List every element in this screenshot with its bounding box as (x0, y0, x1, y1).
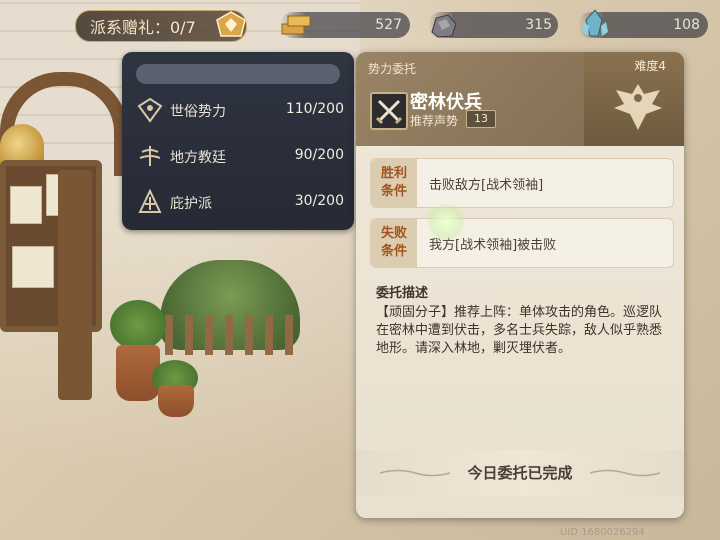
faction-row-secular[interactable]: 世俗势力 110/200 (136, 94, 344, 126)
gift-emblem-icon[interactable] (215, 10, 247, 40)
faction-gift-label: 派系赠礼：0/7 (90, 18, 196, 37)
user-id: UID 1680026294 (560, 527, 645, 538)
plant-pot (158, 385, 194, 417)
secular-faction-icon (137, 97, 163, 123)
commission-header: 势力委托 难度4 密林伏兵 推荐声势 13 (356, 52, 684, 146)
cursor-glow (426, 202, 466, 242)
description-title: 委托描述 (376, 286, 429, 301)
crystal-icon (582, 9, 608, 37)
gold-value: 527 (375, 17, 402, 33)
faction-value: 30/200 (294, 193, 344, 209)
victory-text: 击败敌方[战术领袖] (429, 178, 544, 193)
faction-name: 世俗势力 (170, 104, 226, 120)
crystal-value: 108 (673, 17, 700, 33)
faction-panel-header (136, 64, 340, 84)
faction-value: 110/200 (285, 101, 344, 117)
defeat-condition: 失败 条件 我方[战术领袖]被击败 (370, 218, 674, 268)
commission-card: 势力委托 难度4 密林伏兵 推荐声势 13 胜利 条件 击败敌方[战术领袖] 失败… (356, 52, 684, 518)
crossed-swords-icon (370, 92, 408, 130)
difficulty-badge: 难度4 (584, 52, 684, 146)
faction-name: 地方教廷 (170, 150, 226, 166)
church-faction-icon (139, 146, 161, 166)
faction-row-protector[interactable]: 庇护派 30/200 (136, 186, 344, 218)
eagle-emblem-icon (614, 84, 662, 130)
victory-tag: 胜利 条件 (371, 159, 417, 207)
protector-faction-icon (138, 188, 162, 213)
faction-row-church[interactable]: 地方教廷 90/200 (136, 140, 344, 172)
faction-value: 90/200 (294, 147, 344, 163)
plant-leaves (110, 300, 166, 350)
defeat-tag: 失败 条件 (371, 219, 417, 267)
flourish-right-icon (590, 469, 660, 477)
ore-value: 315 (525, 17, 552, 33)
difficulty-label: 难度4 (634, 59, 666, 73)
ore-icon (431, 14, 457, 38)
completed-banner: 今日委托已完成 (356, 450, 684, 496)
gold-bars-icon (281, 15, 311, 35)
garden-fence (165, 315, 305, 355)
wooden-post (58, 170, 92, 400)
faction-name: 庇护派 (170, 196, 212, 212)
recommend-value: 13 (466, 110, 496, 128)
commission-category: 势力委托 (368, 62, 417, 76)
victory-condition: 胜利 条件 击败敌方[战术领袖] (370, 158, 674, 208)
description-text: 【顽固分子】推荐上阵：单体攻击的角色。巡逻队在密林中遭到伏击，多名士兵失踪，敌人… (376, 305, 663, 356)
faction-standing-panel: 世俗势力 110/200 地方教廷 90/200 庇护派 30/200 (122, 52, 354, 230)
recommend-label: 推荐声势 (410, 114, 459, 128)
